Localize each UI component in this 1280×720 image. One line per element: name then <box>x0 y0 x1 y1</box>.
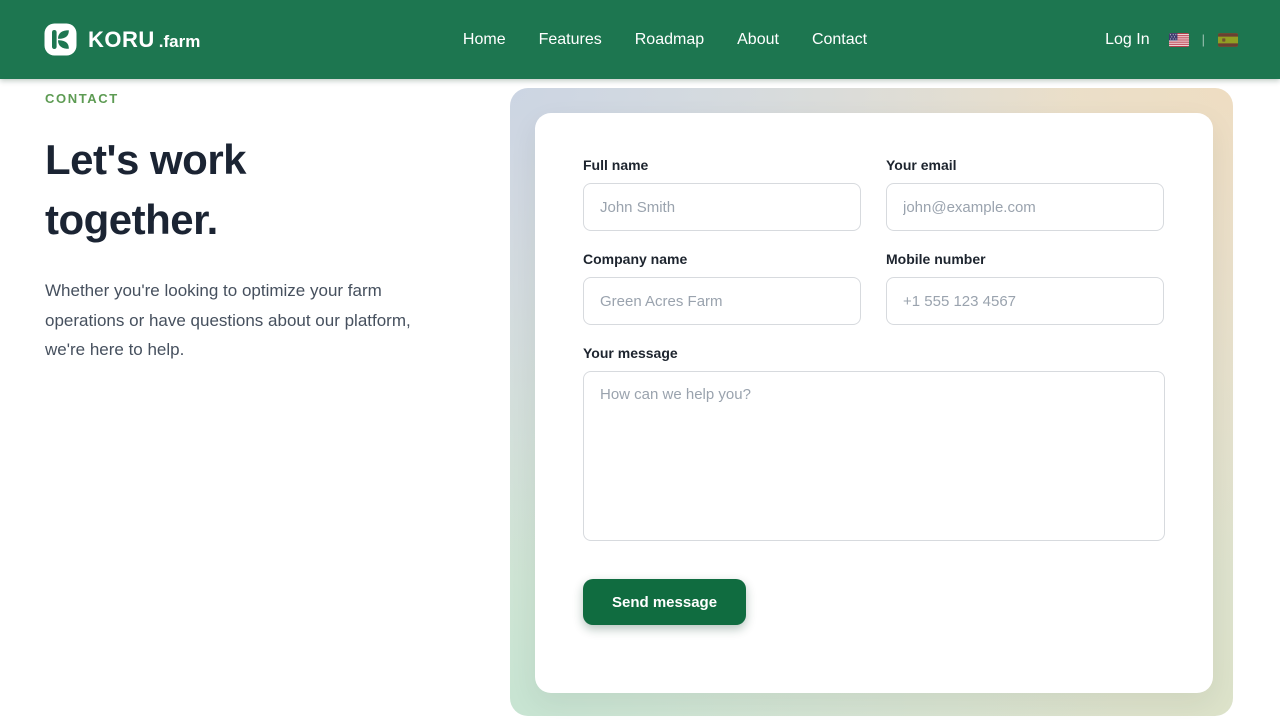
message-textarea[interactable] <box>583 371 1165 541</box>
page-description: Whether you're looking to optimize your … <box>45 276 450 365</box>
nav-link-roadmap[interactable]: Roadmap <box>635 31 704 49</box>
email-input[interactable] <box>886 183 1164 231</box>
email-label: Your email <box>886 157 1164 173</box>
spain-flag-icon[interactable] <box>1218 33 1238 47</box>
brand-text: KORU .farm <box>88 27 200 53</box>
hero-text-block: CONTACT Let's work together. Whether you… <box>45 91 465 365</box>
field-company: Company name <box>583 251 861 325</box>
us-flag-icon[interactable] <box>1169 33 1189 47</box>
section-eyebrow: CONTACT <box>45 91 465 106</box>
contact-form-card: Full name Your email Company name Mobile… <box>535 113 1213 693</box>
gradient-panel: Full name Your email Company name Mobile… <box>510 88 1233 716</box>
top-navbar: KORU .farm Home Features Roadmap About C… <box>0 0 1280 79</box>
full-name-input[interactable] <box>583 183 861 231</box>
login-link[interactable]: Log In <box>1105 31 1149 49</box>
brand-suffix: .farm <box>159 32 201 52</box>
main-nav: Home Features Roadmap About Contact <box>463 0 867 79</box>
nav-link-features[interactable]: Features <box>539 31 602 49</box>
page-title: Let's work together. <box>45 130 345 250</box>
contact-section: CONTACT Let's work together. Whether you… <box>0 79 1280 720</box>
company-label: Company name <box>583 251 861 267</box>
nav-right-group: Log In | <box>1105 31 1238 49</box>
field-mobile: Mobile number <box>886 251 1164 325</box>
nav-link-home[interactable]: Home <box>463 31 506 49</box>
brand[interactable]: KORU .farm <box>44 23 200 56</box>
send-message-button[interactable]: Send message <box>583 579 746 625</box>
koru-leaf-logo-icon <box>44 23 77 56</box>
message-label: Your message <box>583 345 1165 361</box>
company-input[interactable] <box>583 277 861 325</box>
mobile-input[interactable] <box>886 277 1164 325</box>
field-email: Your email <box>886 157 1164 231</box>
field-message: Your message <box>583 345 1165 546</box>
flag-divider: | <box>1202 32 1205 47</box>
field-full-name: Full name <box>583 157 861 231</box>
mobile-label: Mobile number <box>886 251 1164 267</box>
nav-link-about[interactable]: About <box>737 31 779 49</box>
brand-name: KORU <box>88 27 155 53</box>
nav-link-contact[interactable]: Contact <box>812 31 867 49</box>
full-name-label: Full name <box>583 157 861 173</box>
form-field-grid: Full name Your email Company name Mobile… <box>583 157 1165 325</box>
